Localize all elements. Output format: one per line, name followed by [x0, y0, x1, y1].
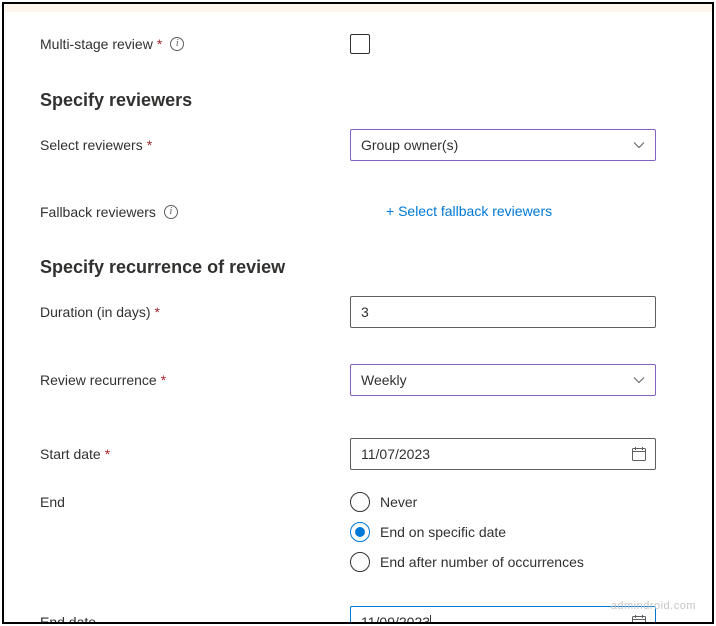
- select-reviewers-label: Select reviewers: [40, 137, 143, 153]
- end-option-specific-date[interactable]: End on specific date: [350, 522, 676, 542]
- select-reviewers-dropdown[interactable]: Group owner(s): [350, 129, 656, 161]
- duration-input[interactable]: [350, 296, 656, 328]
- required-asterisk: *: [155, 304, 160, 320]
- select-fallback-link[interactable]: + Select fallback reviewers: [386, 203, 552, 219]
- chevron-down-icon: [633, 374, 645, 386]
- radio-label: End on specific date: [380, 524, 506, 540]
- watermark: admindroid.com: [611, 600, 696, 612]
- text-cursor: [430, 615, 431, 624]
- recurrence-label: Review recurrence: [40, 372, 157, 388]
- radio-label: Never: [380, 494, 417, 510]
- multi-stage-label: Multi-stage review: [40, 36, 153, 52]
- radio-icon: [350, 492, 370, 512]
- end-option-never[interactable]: Never: [350, 492, 676, 512]
- end-label: End: [40, 494, 65, 510]
- required-asterisk: *: [105, 446, 110, 462]
- start-date-label: Start date: [40, 446, 101, 462]
- multi-stage-checkbox[interactable]: [350, 34, 370, 54]
- radio-icon: [350, 552, 370, 572]
- radio-icon: [350, 522, 370, 542]
- calendar-icon[interactable]: [631, 614, 647, 624]
- info-icon[interactable]: i: [164, 205, 178, 219]
- radio-label: End after number of occurrences: [380, 554, 584, 570]
- chevron-down-icon: [633, 139, 645, 151]
- section-title-reviewers: Specify reviewers: [40, 90, 676, 111]
- end-option-occurrences[interactable]: End after number of occurrences: [350, 552, 676, 572]
- recurrence-value: Weekly: [361, 372, 407, 388]
- required-asterisk: *: [147, 137, 152, 153]
- start-date-input[interactable]: [361, 446, 631, 462]
- recurrence-dropdown[interactable]: Weekly: [350, 364, 656, 396]
- duration-label: Duration (in days): [40, 304, 151, 320]
- end-date-value[interactable]: 11/09/2023: [361, 614, 430, 624]
- end-date-label: End date: [40, 614, 96, 624]
- section-title-recurrence: Specify recurrence of review: [40, 257, 676, 278]
- fallback-reviewers-label: Fallback reviewers: [40, 204, 156, 220]
- required-asterisk: *: [157, 36, 162, 52]
- start-date-field[interactable]: [350, 438, 656, 470]
- calendar-icon[interactable]: [631, 446, 647, 462]
- required-asterisk: *: [161, 372, 166, 388]
- end-radio-group: Never End on specific date End after num…: [350, 492, 676, 572]
- info-icon[interactable]: i: [170, 37, 184, 51]
- select-reviewers-value: Group owner(s): [361, 137, 458, 153]
